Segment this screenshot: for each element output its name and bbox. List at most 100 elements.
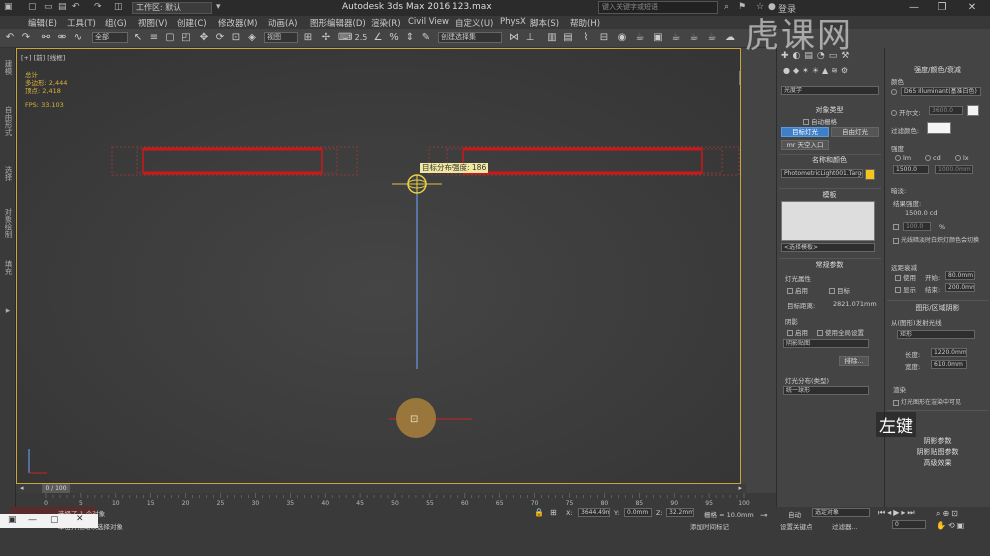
render-setup-icon[interactable]: ☕ xyxy=(634,32,646,44)
width-field[interactable]: 610.0mm xyxy=(931,360,967,369)
viewport-label[interactable]: [+] [前] [线框] xyxy=(21,52,65,62)
general-params-header[interactable]: 常规参数 xyxy=(777,261,882,270)
activeshade-icon[interactable]: ☕ xyxy=(706,32,718,44)
target-light-button[interactable]: 目标灯光 xyxy=(781,127,829,137)
auto-key-button[interactable]: 自动 xyxy=(788,509,801,519)
lm-radio[interactable] xyxy=(895,155,901,161)
color-preset-select[interactable]: D65 Illuminant(基准白色) xyxy=(901,87,981,96)
filter-color-swatch[interactable] xyxy=(927,122,951,134)
attenuation-start-field[interactable]: 80.0mm xyxy=(945,271,975,280)
set-key-button[interactable]: 设置关键点 xyxy=(780,521,813,531)
edit-named-sel-icon[interactable]: ✎ xyxy=(420,32,432,44)
create-category-icons[interactable]: ●◆✶☀▲≋⚙ xyxy=(783,66,851,75)
attenuation-show-checkbox[interactable] xyxy=(895,287,901,293)
key-icon[interactable]: ⊸ xyxy=(760,511,768,521)
mirror-icon[interactable]: ⋈ xyxy=(508,32,520,44)
targeted-checkbox[interactable] xyxy=(829,288,835,294)
intensity-distance-field[interactable]: 1000.0mm xyxy=(935,165,973,174)
lock-selection-icon[interactable]: 🔒 xyxy=(534,508,544,517)
schematic-view-icon[interactable]: ⊟ xyxy=(598,32,610,44)
prev-frame-icon[interactable]: ◂ xyxy=(20,484,24,492)
close-icon[interactable]: ✕ xyxy=(958,0,986,16)
template-select[interactable]: <选择模板> xyxy=(781,243,875,252)
menu-graph-editors[interactable]: 图形编辑器(D) xyxy=(310,17,366,29)
playback-controls[interactable]: ⏮◂▶▸⏭ xyxy=(878,508,917,518)
open-icon[interactable]: ▭ xyxy=(44,2,53,12)
coord-y-field[interactable]: 0.0mm xyxy=(624,508,652,517)
time-slider-thumb[interactable]: 0 / 100 xyxy=(42,484,70,493)
shadow-type-select[interactable]: 阴影贴图 xyxy=(783,339,869,348)
next-frame-icon[interactable]: ▸ xyxy=(738,484,742,492)
pivot-icon[interactable]: ⊞ xyxy=(302,32,314,44)
menu-physx[interactable]: PhysX xyxy=(500,17,526,27)
key-mode-select[interactable]: 选定对象 xyxy=(812,508,870,517)
attenuation-use-checkbox[interactable] xyxy=(895,275,901,281)
save-icon[interactable]: ▤ xyxy=(58,2,67,12)
free-light-button[interactable]: 自由灯光 xyxy=(831,127,879,137)
current-frame-field[interactable]: 0 xyxy=(892,520,926,529)
menu-edit[interactable]: 编辑(E) xyxy=(28,17,57,29)
search-icon[interactable]: ⌕ xyxy=(724,2,729,12)
attenuation-end-field[interactable]: 200.0mm xyxy=(945,283,975,292)
length-field[interactable]: 1220.0mm xyxy=(931,348,967,357)
reference-coord-select[interactable]: 视图 xyxy=(264,32,298,43)
menu-customize[interactable]: 自定义(U) xyxy=(455,17,493,29)
material-editor-icon[interactable]: ◉ xyxy=(616,32,628,44)
shadow-params-rollout[interactable]: 阴影参数 xyxy=(885,437,990,446)
render-iterative-icon[interactable]: ☕ xyxy=(688,32,700,44)
ribbon-tab-freeform[interactable]: 自由形式 xyxy=(3,106,14,136)
key-filters-button[interactable]: 过滤器... xyxy=(832,521,858,531)
menu-civil-view[interactable]: Civil View xyxy=(408,17,449,27)
menu-modifiers[interactable]: 修改器(M) xyxy=(218,17,257,29)
coord-x-field[interactable]: 3644.49m xyxy=(578,508,610,517)
exclude-button[interactable]: 排除... xyxy=(839,356,869,366)
scale-icon[interactable]: ⊡ xyxy=(230,32,242,44)
window-restore-icon[interactable]: ▢ xyxy=(50,515,59,525)
menu-tools[interactable]: 工具(T) xyxy=(67,17,96,29)
minimize-icon[interactable]: — xyxy=(900,0,928,16)
select-object-icon[interactable]: ↖ xyxy=(132,32,144,44)
template-header[interactable]: 模板 xyxy=(777,191,882,200)
menu-group[interactable]: 组(G) xyxy=(105,17,127,29)
track-bar[interactable]: 0 5 10 15 20 25 30 35 40 45 50 55 60 65 70 75 80 85 90 95 10… xyxy=(16,493,776,507)
light-category-select[interactable]: 光度学 xyxy=(781,86,879,95)
incandescent-checkbox[interactable] xyxy=(893,237,899,244)
use-global-checkbox[interactable] xyxy=(817,330,823,336)
menu-create[interactable]: 创建(C) xyxy=(177,17,207,29)
name-color-header[interactable]: 名称和颜色 xyxy=(777,156,882,165)
undo-icon[interactable]: ↶ xyxy=(72,2,80,12)
percent-snap-icon[interactable]: % xyxy=(388,32,400,44)
menu-help[interactable]: 帮助(H) xyxy=(570,17,600,29)
align-icon[interactable]: ⊥ xyxy=(524,32,536,44)
layer-icon[interactable]: ▥ xyxy=(546,32,558,44)
shape-area-shadows-header[interactable]: 图形/区域阴影 xyxy=(885,304,990,313)
shadow-enabled-checkbox[interactable] xyxy=(787,330,793,336)
redo-icon[interactable]: ↷ xyxy=(94,2,102,12)
nav-controls-2[interactable]: ✋⟲▣ xyxy=(936,521,966,530)
time-slider[interactable]: 0 / 100 ◂ ▸ xyxy=(16,484,746,493)
window-close-icon[interactable]: ✕ xyxy=(76,514,84,524)
intensity-field[interactable]: 1500.0 xyxy=(893,165,929,174)
coord-z-field[interactable]: 32.2mm xyxy=(666,508,694,517)
project-icon[interactable]: ◫ xyxy=(114,2,123,12)
redo-icon[interactable]: ↷ xyxy=(20,32,32,44)
advanced-effects-rollout[interactable]: 高级效果 xyxy=(885,459,990,468)
dimming-percent-checkbox[interactable] xyxy=(893,224,899,230)
workspace-select[interactable]: 工作区: 默认 xyxy=(132,2,212,14)
ribbon-tab-modeling[interactable]: 建模 xyxy=(3,60,14,75)
lx-radio[interactable] xyxy=(955,155,961,161)
ribbon-tab-selection[interactable]: 选择 xyxy=(3,166,14,181)
angle-snap-icon[interactable]: ∠ xyxy=(372,32,384,44)
search-input[interactable]: 键入关键字或短语 xyxy=(598,1,718,14)
snap-toggle[interactable]: 2.5 xyxy=(354,32,368,44)
select-manipulate-icon[interactable]: ✢ xyxy=(320,32,332,44)
object-type-header[interactable]: 对象类型 xyxy=(777,106,882,115)
rotate-icon[interactable]: ⟳ xyxy=(214,32,226,44)
bind-spacewarp-icon[interactable]: ∿ xyxy=(72,32,84,44)
mr-sky-portal-button[interactable]: mr 天空入口 xyxy=(781,140,829,150)
move-icon[interactable]: ✥ xyxy=(198,32,210,44)
menu-animation[interactable]: 动画(A) xyxy=(268,17,297,29)
kelvin-swatch[interactable] xyxy=(967,105,979,116)
keyboard-shortcut-icon[interactable]: ⌨ xyxy=(338,32,352,44)
menu-scripting[interactable]: 脚本(S) xyxy=(530,17,559,29)
